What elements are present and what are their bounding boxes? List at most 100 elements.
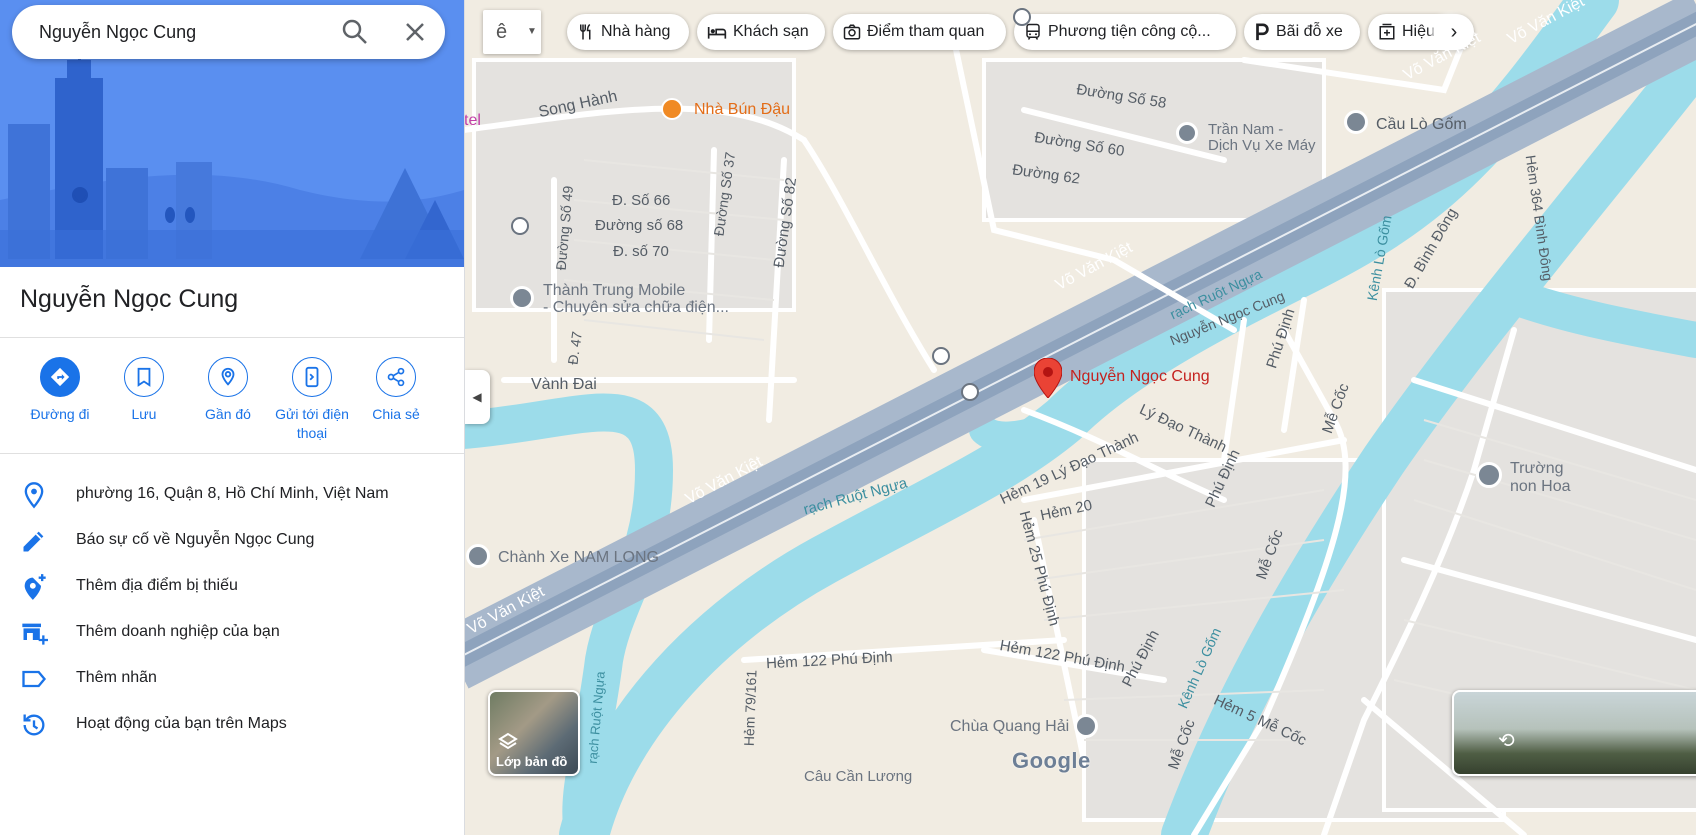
send-to-phone-label: Gửi tới điện thoại: [275, 406, 349, 441]
nearby-label: Gần đó: [205, 406, 251, 422]
share-icon: [387, 367, 405, 387]
chip-label: Hiệu: [1402, 23, 1435, 40]
bus-stop-icon[interactable]: [1013, 8, 1031, 26]
map-label-selected-place[interactable]: Nguyễn Ngọc Cung: [1070, 368, 1210, 386]
report-issue-row[interactable]: Báo sự cố về Nguyễn Ngọc Cung: [0, 518, 464, 564]
chip-hotels[interactable]: Khách sạn: [697, 14, 825, 50]
add-business-icon: [20, 619, 48, 647]
address-text: phường 16, Quận 8, Hồ Chí Minh, Việt Nam: [76, 485, 389, 502]
chip-label: Nhà hàng: [601, 23, 671, 40]
bridge-pin-icon[interactable]: [1344, 110, 1368, 134]
chip-transit[interactable]: Phương tiện công cộ...: [1014, 14, 1236, 50]
selected-location-pin-icon[interactable]: [1033, 357, 1063, 399]
history-icon: [20, 711, 48, 739]
camera-icon: [843, 24, 861, 40]
chip-label: Điểm tham quan: [867, 23, 985, 40]
chip-restaurants[interactable]: Nhà hàng: [567, 14, 689, 50]
rotate-360-icon: ⟲: [1498, 730, 1515, 752]
map-label-chanh-xe[interactable]: Chành Xe NAM LONG: [498, 549, 659, 567]
report-issue-text: Báo sự cố về Nguyễn Ngọc Cung: [76, 531, 315, 548]
add-label-row[interactable]: Thêm nhãn: [0, 656, 464, 702]
directions-label: Đường đi: [30, 406, 90, 422]
map-label-vanh-dai: Vành Đai: [531, 376, 597, 393]
street-view-thumbnail[interactable]: ⟲: [1452, 690, 1696, 776]
nearby-icon: [221, 367, 235, 386]
chip-label: Bãi đỗ xe: [1276, 23, 1343, 40]
temple-pin-icon[interactable]: [1074, 714, 1098, 738]
search-input[interactable]: Nguyễn Ngọc Cung: [39, 22, 196, 43]
map-label-cau-lo-gom[interactable]: Cầu Lò Gốm: [1376, 116, 1467, 134]
input-tools-label: ê: [496, 21, 508, 43]
transport-pin-icon[interactable]: [466, 544, 490, 568]
google-logo: Google: [1012, 748, 1091, 773]
save-button[interactable]: Lưu: [102, 357, 186, 424]
add-business-text: Thêm doanh nghiệp của bạn: [76, 623, 280, 640]
map-label-hem-79: Hẻm 79/161: [740, 669, 760, 747]
map-label-tran-nam-2[interactable]: Dịch Vụ Xe Máy: [1208, 137, 1316, 154]
layers-label: Lớp bản đồ: [496, 754, 568, 769]
map-label-d-so-66: Đ. Số 66: [612, 192, 671, 209]
chip-label: Phương tiện công cộ...: [1048, 23, 1211, 40]
chevron-down-icon: ▼: [527, 26, 537, 37]
chip-label: Khách sạn: [733, 23, 809, 40]
maps-activity-row[interactable]: Hoạt động của bạn trên Maps: [0, 702, 464, 748]
search-box[interactable]: Nguyễn Ngọc Cung: [12, 5, 445, 59]
place-panel: Nguyễn Ngọc Cung Nguyễn Ngọc Cung Đường …: [0, 0, 465, 835]
send-to-phone-button[interactable]: Gửi tới điện thoại: [270, 357, 354, 443]
school-pin-icon[interactable]: [1476, 462, 1502, 488]
share-button[interactable]: Chia sẻ: [354, 357, 438, 424]
place-title: Nguyễn Ngọc Cung: [20, 285, 239, 313]
send-to-phone-icon: [305, 366, 319, 388]
map-label-thanh-trung-2[interactable]: - Chuyên sửa chữa điện...: [543, 299, 729, 317]
directions-icon: [50, 367, 70, 387]
chip-parking[interactable]: Bãi đỗ xe: [1244, 14, 1360, 50]
bus-stop-icon[interactable]: [511, 217, 529, 235]
bus-stop-icon[interactable]: [961, 383, 979, 401]
hotel-icon: [707, 27, 727, 39]
add-label-text: Thêm nhãn: [76, 669, 157, 686]
map-label-otel: tel: [464, 112, 481, 129]
map-label-d-so-70: Đ. số 70: [613, 243, 669, 260]
search-icon[interactable]: [340, 17, 370, 47]
map-label-nha-bun-dau[interactable]: Nhà Bún Đậu: [694, 101, 790, 119]
map-label-chua-quang-hai[interactable]: Chùa Quang Hải: [950, 718, 1069, 736]
map-label-truong-2[interactable]: non Hoa: [1510, 478, 1571, 496]
map-canvas[interactable]: ê ▼ Nhà hàng Khách sạn Điểm tham quan Ph…: [464, 0, 1696, 835]
map-label-duong-so-68: Đường số 68: [595, 217, 684, 234]
map-label-bottom-partial: Câu Cần Lương: [804, 768, 913, 785]
nearby-button[interactable]: Gần đó: [186, 357, 270, 424]
map-label-thanh-trung-1[interactable]: Thành Trung Mobile: [543, 282, 685, 300]
label-icon: [20, 665, 48, 693]
transit-icon: [1026, 23, 1040, 40]
pharmacy-icon: [1379, 23, 1395, 40]
collapse-panel-button[interactable]: ◀: [464, 370, 490, 424]
store-pin-icon[interactable]: [510, 286, 534, 310]
input-tools-button[interactable]: ê ▼: [483, 10, 541, 54]
bus-stop-icon[interactable]: [932, 347, 950, 365]
service-pin-icon[interactable]: [1176, 122, 1198, 144]
add-missing-place-row[interactable]: Thêm địa điểm bị thiếu: [0, 564, 464, 610]
directions-button[interactable]: Đường đi: [18, 357, 102, 424]
location-pin-icon: [20, 481, 48, 509]
map-label-tran-nam-1[interactable]: Trần Nam -: [1208, 121, 1283, 138]
bookmark-icon: [137, 367, 151, 387]
add-missing-place-text: Thêm địa điểm bị thiếu: [76, 577, 238, 594]
restaurant-icon: [580, 23, 591, 40]
layers-icon: [498, 732, 518, 750]
add-business-row[interactable]: Thêm doanh nghiệp của bạn: [0, 610, 464, 656]
divider: [0, 453, 464, 454]
map-label-truong-1[interactable]: Trường: [1510, 460, 1564, 478]
add-place-icon: [20, 573, 48, 601]
parking-icon: [1256, 23, 1269, 41]
layers-button[interactable]: Lớp bản đồ: [488, 690, 580, 776]
pencil-icon: [20, 527, 48, 555]
restaurant-pin-icon[interactable]: [661, 98, 683, 120]
chip-attractions[interactable]: Điểm tham quan: [833, 14, 1006, 50]
divider: [0, 337, 464, 338]
chevron-left-icon: ◀: [472, 390, 482, 404]
address-row[interactable]: phường 16, Quận 8, Hồ Chí Minh, Việt Nam: [0, 472, 464, 518]
save-label: Lưu: [131, 406, 157, 422]
share-label: Chia sẻ: [372, 406, 420, 422]
close-icon[interactable]: [400, 17, 430, 47]
maps-activity-text: Hoạt động của bạn trên Maps: [76, 715, 287, 732]
